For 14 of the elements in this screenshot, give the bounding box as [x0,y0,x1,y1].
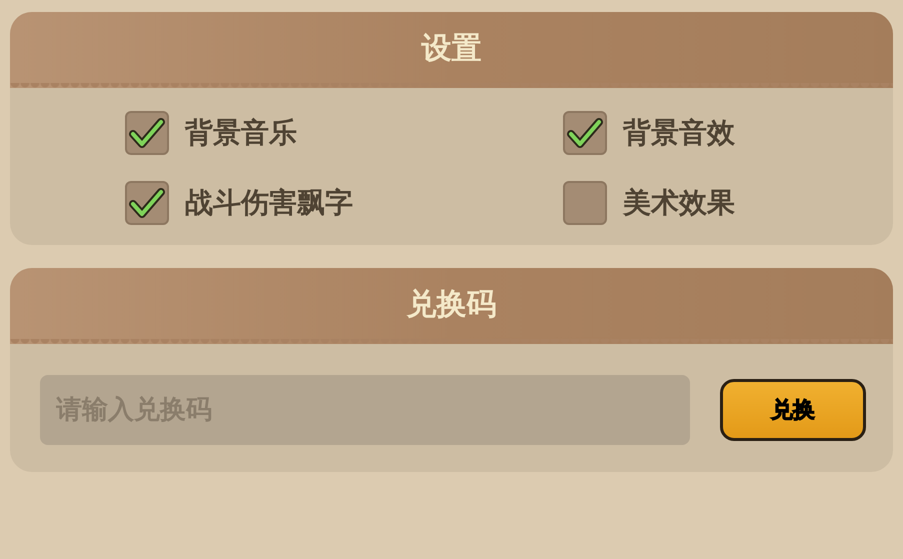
card-title: 设置 [422,30,482,68]
checkbox[interactable] [125,181,169,225]
redeem-button[interactable]: 兑换 [720,379,866,441]
checkbox[interactable] [563,111,607,155]
check-icon [129,187,165,219]
card-title: 兑换码 [406,286,496,324]
option-label: 背景音乐 [185,115,297,151]
option-label: 美术效果 [623,185,735,221]
check-icon [129,117,165,149]
option-label: 战斗伤害飘字 [185,185,353,221]
check-icon [567,117,603,149]
checkbox[interactable] [125,111,169,155]
checkbox[interactable] [563,181,607,225]
option-label: 背景音效 [623,115,735,151]
